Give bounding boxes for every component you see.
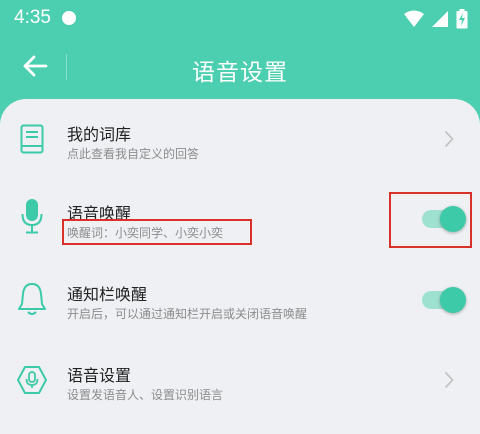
chevron-right-icon bbox=[442, 370, 456, 390]
setting-row-my-lexicon[interactable]: 我的词库 点此查看我自定义的回答 bbox=[0, 99, 480, 179]
bell-icon bbox=[16, 281, 48, 317]
setting-subtitle: 开启后，可以通过通知栏开启或关闭语音唤醒 bbox=[67, 307, 308, 321]
status-time: 4:35 bbox=[14, 7, 51, 28]
page-title: 语音设置 bbox=[192, 60, 288, 86]
hexagon-microphone-icon bbox=[16, 362, 48, 398]
setting-title: 我的词库 bbox=[67, 125, 132, 144]
setting-row-notification-wakeup: 通知栏唤醒 开启后，可以通过通知栏开启或关闭语音唤醒 bbox=[0, 269, 480, 349]
voice-wakeup-toggle[interactable] bbox=[420, 206, 468, 232]
settings-list: 我的词库 点此查看我自定义的回答 语音唤醒 唤醒词：小奕同学、小奕小奕 通知栏唤… bbox=[0, 99, 480, 434]
setting-title: 语音设置 bbox=[67, 366, 132, 385]
setting-row-voice-wakeup: 语音唤醒 唤醒词：小奕同学、小奕小奕 bbox=[0, 180, 480, 260]
notification-dot-icon bbox=[62, 11, 76, 25]
setting-title: 通知栏唤醒 bbox=[67, 285, 148, 304]
setting-subtitle: 设置发语音人、设置识别语言 bbox=[67, 388, 224, 402]
setting-row-voice-settings[interactable]: 语音设置 设置发语音人、设置识别语言 bbox=[0, 350, 480, 430]
notification-wakeup-toggle[interactable] bbox=[420, 287, 468, 313]
wifi-icon bbox=[403, 10, 424, 27]
setting-subtitle: 点此查看我自定义的回答 bbox=[67, 147, 200, 161]
app-bar: 语音设置 bbox=[0, 36, 480, 98]
book-icon bbox=[16, 121, 48, 157]
chevron-right-icon bbox=[442, 129, 456, 149]
setting-title: 语音唤醒 bbox=[67, 204, 132, 223]
microphone-icon bbox=[16, 198, 48, 234]
setting-subtitle: 唤醒词：小奕同学、小奕小奕 bbox=[67, 226, 224, 240]
status-icons bbox=[402, 8, 468, 28]
signal-icon bbox=[431, 10, 448, 27]
battery-charging-icon bbox=[456, 8, 468, 28]
status-bar: 4:35 bbox=[0, 0, 480, 36]
